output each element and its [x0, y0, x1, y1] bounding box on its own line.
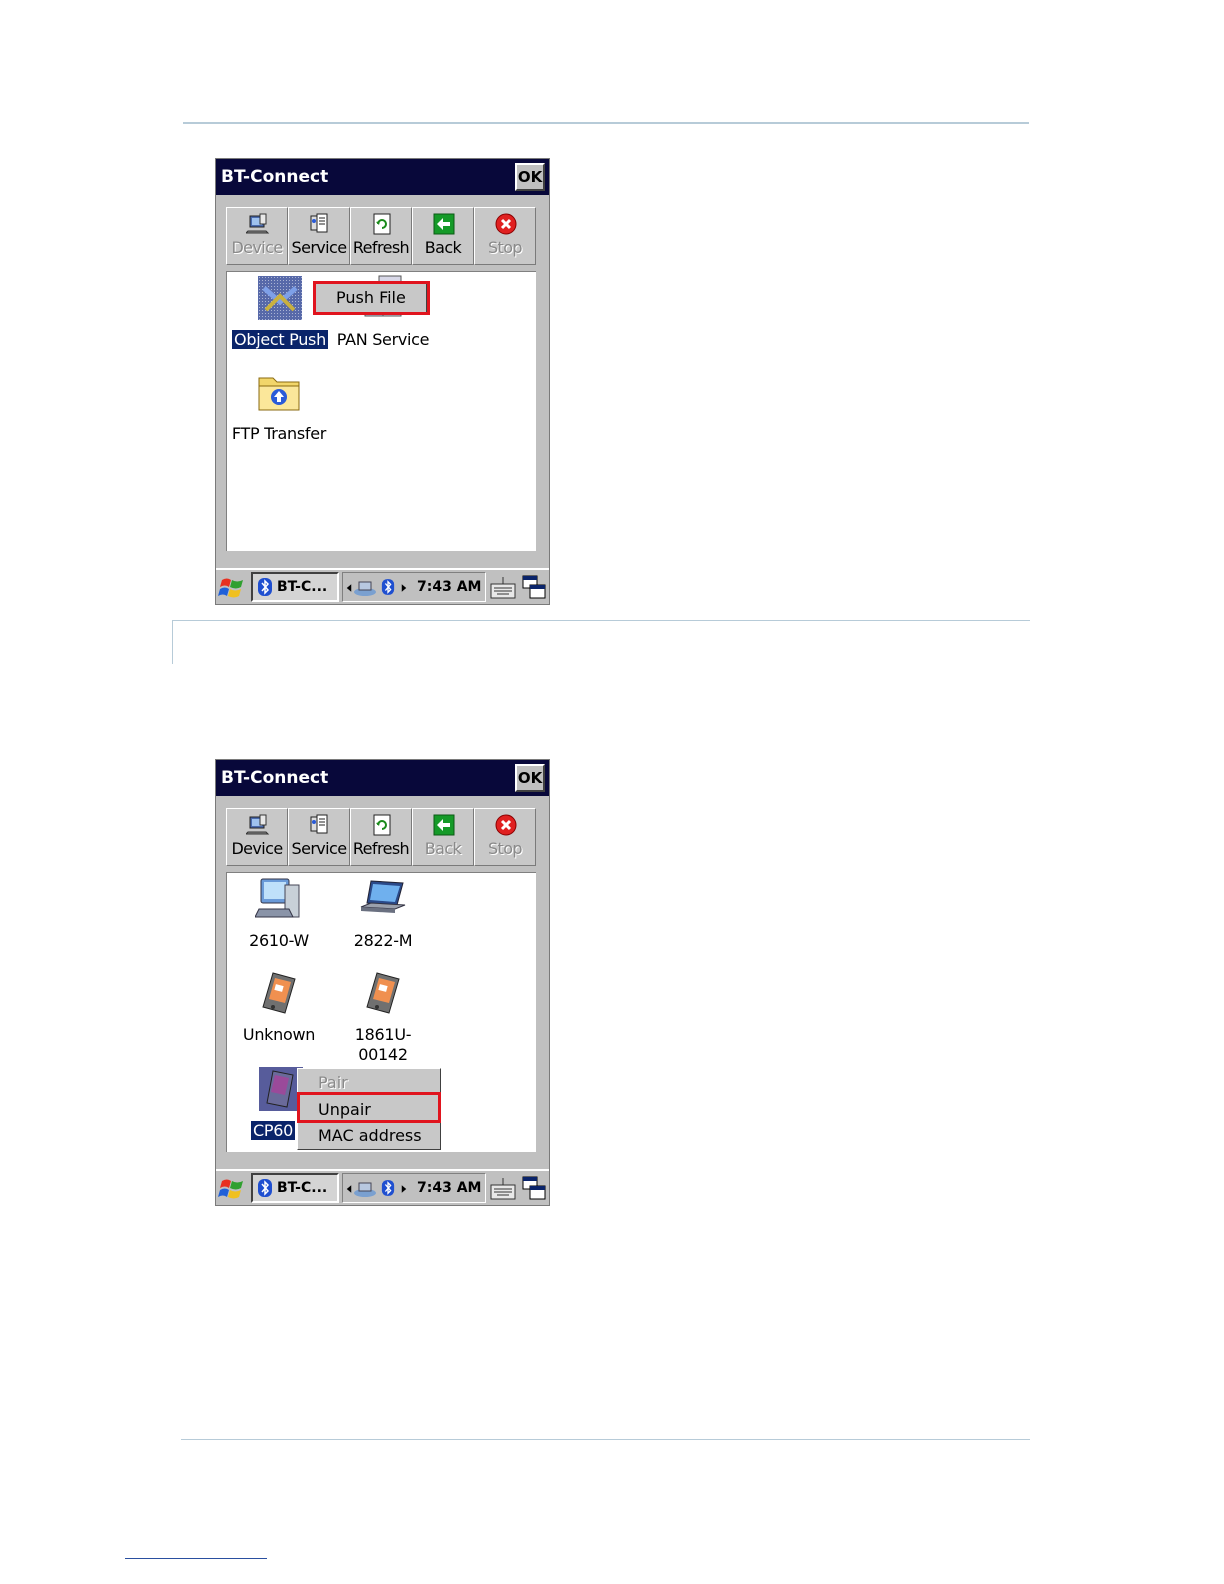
push-file-highlight — [313, 281, 430, 315]
clock[interactable]: 7:43 AM — [417, 579, 481, 595]
ftp-folder-icon — [258, 377, 300, 411]
bt-connect-window-devices: BT-Connect OK Device Service Refresh Bac… — [215, 759, 550, 1206]
section-rule — [172, 620, 1030, 621]
refresh-button-label: Refresh — [352, 238, 410, 257]
device-label-00142: 00142 — [358, 1045, 408, 1064]
device-icon — [246, 814, 270, 835]
ok-button[interactable]: OK — [515, 764, 545, 792]
stop-button[interactable]: Stop — [474, 808, 536, 866]
refresh-button-label: Refresh — [352, 839, 410, 858]
object-push-label: Object Push — [231, 329, 329, 350]
task-label: BT-C... — [277, 579, 328, 595]
pda-icon — [262, 972, 296, 1014]
taskbar: BT-C... 7:43 AM — [216, 1169, 549, 1205]
network-icon[interactable] — [353, 578, 377, 598]
task-label: BT-C... — [277, 1180, 328, 1196]
stop-button-label: Stop — [488, 839, 523, 858]
service-button[interactable]: Service — [288, 808, 350, 866]
refresh-icon — [373, 814, 391, 836]
network-icon[interactable] — [353, 1179, 377, 1199]
bt-connect-task-button[interactable]: BT-C... — [251, 572, 339, 602]
device-label-cp60: CP60 — [250, 1120, 296, 1141]
desktop-computer-icon — [254, 878, 300, 918]
service-item-ftp-transfer[interactable]: FTP Transfer — [227, 368, 331, 444]
device-icon — [246, 213, 270, 234]
system-tray: 7:43 AM — [342, 1173, 486, 1203]
device-button-label: Device — [231, 238, 283, 257]
object-push-icon — [258, 276, 302, 320]
title-bar: BT-Connect OK — [216, 760, 549, 796]
bluetooth-tray-icon[interactable] — [381, 1179, 395, 1197]
toolbar: Device Service Refresh Back Stop — [226, 808, 536, 866]
service-button[interactable]: Service — [288, 207, 350, 265]
arrow-right-icon[interactable] — [401, 583, 407, 593]
toolbar: Device Service Refresh Back Stop — [226, 207, 536, 265]
window-title: BT-Connect — [221, 167, 329, 187]
device-label-1861u: 1861U- — [354, 1025, 412, 1044]
clock[interactable]: 7:43 AM — [417, 1180, 481, 1196]
back-arrow-icon — [433, 814, 455, 836]
device-item-2610-w[interactable]: 2610-W — [227, 875, 331, 951]
laptop-icon — [360, 880, 406, 913]
refresh-button[interactable]: Refresh — [350, 207, 412, 265]
device-label-unknown: Unknown — [242, 1025, 316, 1044]
device-item-2822-m[interactable]: 2822-M — [333, 875, 433, 951]
service-icon — [310, 814, 328, 834]
arrow-right-icon[interactable] — [401, 1184, 407, 1194]
back-arrow-icon — [433, 213, 455, 235]
stop-button[interactable]: Stop — [474, 207, 536, 265]
bluetooth-tray-icon[interactable] — [381, 578, 395, 596]
unpair-highlight — [297, 1092, 441, 1123]
back-button[interactable]: Back — [412, 808, 474, 866]
footer-link-rule — [125, 1558, 267, 1559]
pair-menu-item[interactable]: Pair — [318, 1073, 348, 1092]
stop-icon — [495, 814, 517, 836]
ok-button[interactable]: OK — [515, 163, 545, 191]
device-button-label: Device — [231, 839, 283, 858]
service-button-label: Service — [291, 839, 348, 858]
device-label-2822-m: 2822-M — [353, 931, 413, 950]
windows-start-icon[interactable] — [218, 1175, 246, 1203]
system-tray: 7:43 AM — [342, 572, 486, 602]
device-label-2610-w: 2610-W — [249, 931, 309, 950]
window-switch-icon[interactable] — [521, 1175, 547, 1201]
device-item-1861u-00142[interactable]: 1861U- 00142 — [333, 969, 433, 1065]
service-icon — [310, 213, 328, 233]
footer-rule — [181, 1439, 1030, 1440]
bluetooth-icon — [258, 578, 272, 596]
pan-service-label: PAN Service — [336, 330, 430, 349]
taskbar: BT-C... 7:43 AM — [216, 568, 549, 604]
keyboard-icon[interactable] — [489, 574, 517, 600]
window-title: BT-Connect — [221, 768, 329, 788]
windows-start-icon[interactable] — [218, 574, 246, 602]
back-button-label: Back — [424, 839, 462, 858]
back-button[interactable]: Back — [412, 207, 474, 265]
window-switch-icon[interactable] — [521, 574, 547, 600]
bluetooth-icon — [258, 1179, 272, 1197]
bt-connect-window-services: BT-Connect OK Device Service Refresh Bac… — [215, 158, 550, 605]
bt-connect-task-button[interactable]: BT-C... — [251, 1173, 339, 1203]
device-item-unknown[interactable]: Unknown — [227, 969, 331, 1045]
arrow-left-icon[interactable] — [346, 583, 352, 593]
title-bar: BT-Connect OK — [216, 159, 549, 195]
refresh-button[interactable]: Refresh — [350, 808, 412, 866]
mac-address-menu-item[interactable]: MAC address — [318, 1126, 422, 1145]
ftp-transfer-label: FTP Transfer — [231, 424, 327, 443]
keyboard-icon[interactable] — [489, 1175, 517, 1201]
device-button[interactable]: Device — [226, 808, 288, 866]
device-button[interactable]: Device — [226, 207, 288, 265]
stop-icon — [495, 213, 517, 235]
arrow-left-icon[interactable] — [346, 1184, 352, 1194]
header-rule — [183, 122, 1029, 124]
service-button-label: Service — [291, 238, 348, 257]
stop-button-label: Stop — [488, 238, 523, 257]
section-rule-left — [172, 620, 173, 664]
back-button-label: Back — [424, 238, 462, 257]
refresh-icon — [373, 213, 391, 235]
pda-icon — [366, 972, 400, 1014]
